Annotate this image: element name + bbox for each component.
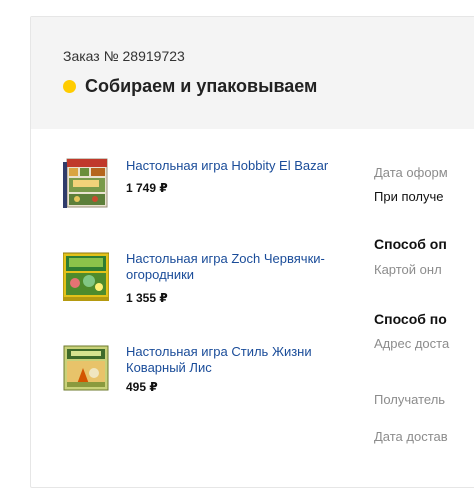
item-title-link[interactable]: Настольная игра Zoch Червячки-огородники	[126, 251, 338, 283]
item-price: 1 749 ₽	[126, 181, 168, 195]
status-text: Собираем и упаковываем	[85, 76, 318, 96]
order-date-label: Дата оформ	[374, 165, 448, 180]
delivery-method-heading: Способ по	[374, 311, 447, 327]
order-number: Заказ № 28919723	[63, 48, 185, 64]
order-card: Заказ № 28919723 Собираем и упаковываем	[30, 16, 474, 488]
item-price: 1 355 ₽	[126, 291, 168, 305]
recipient-label: Получатель	[374, 392, 446, 407]
status-dot-icon	[63, 80, 76, 93]
delivery-address-label: Адрес доста	[374, 336, 450, 351]
product-image-bazar[interactable]	[63, 158, 109, 210]
order-header: Заказ № 28919723 Собираем и упаковываем	[31, 17, 474, 129]
delivery-date-label: Дата достав	[374, 429, 448, 444]
payment-method-value: Картой онл	[374, 262, 442, 277]
item-price: 495 ₽	[126, 380, 158, 394]
product-image-fox[interactable]	[63, 344, 109, 396]
item-title-link[interactable]: Настольная игра Hobbity El Bazar	[126, 158, 338, 174]
item-title-link[interactable]: Настольная игра Стиль Жизни Коварный Лис	[126, 344, 338, 376]
order-date-value: При получе	[374, 189, 444, 204]
payment-method-heading: Способ оп	[374, 236, 447, 252]
product-image-worms[interactable]	[63, 251, 109, 303]
order-status: Собираем и упаковываем	[63, 76, 317, 97]
